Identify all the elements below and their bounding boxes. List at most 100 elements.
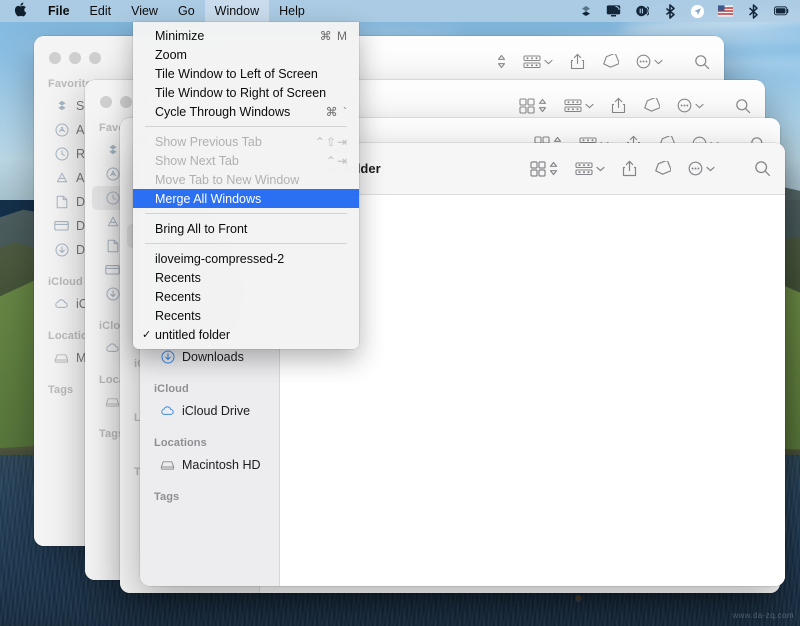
more-actions-icon[interactable] [688, 161, 715, 176]
menu-item-show-previous-tab[interactable]: Show Previous Tab ⌃⇧⇥ [133, 132, 359, 151]
menu-window[interactable]: Window [204, 0, 270, 22]
battery-icon[interactable] [774, 4, 789, 19]
icon-view-button[interactable] [530, 160, 558, 177]
stocks-icon[interactable] [634, 4, 649, 19]
toolbar-actions[interactable] [519, 97, 751, 114]
cloud-icon [54, 297, 69, 312]
menu-item-label: Minimize [155, 28, 205, 43]
toolbar-actions[interactable] [530, 160, 771, 177]
menu-item-iloveimg-compressed-2[interactable]: iloveimg-compressed-2 [133, 249, 359, 268]
menu-file[interactable]: File [38, 0, 80, 22]
menu-item-cycle-through-windows[interactable]: Cycle Through Windows ⌘ ` [133, 102, 359, 121]
desktop-icon [54, 219, 69, 234]
location-icon[interactable] [690, 4, 705, 19]
menu-label: Window [214, 4, 260, 18]
dropbox-icon[interactable] [578, 4, 593, 19]
share-icon[interactable] [611, 97, 626, 114]
menu-separator [145, 213, 347, 214]
menu-bar-status-items [578, 3, 800, 19]
apple-logo-icon [14, 2, 27, 20]
search-icon[interactable] [735, 98, 751, 114]
maximize-button[interactable] [89, 52, 101, 64]
close-button[interactable] [100, 96, 112, 108]
close-button[interactable] [49, 52, 61, 64]
share-icon[interactable] [570, 53, 585, 70]
menu-go[interactable]: Go [168, 0, 205, 22]
arrange-stepper-icon[interactable] [497, 54, 506, 69]
group-by-icon[interactable] [564, 99, 594, 113]
menu-label: Go [177, 4, 195, 18]
cloud-icon [160, 404, 175, 419]
group-by-icon[interactable] [523, 55, 553, 69]
chevron-down-icon [654, 59, 663, 64]
menu-item-show-next-tab[interactable]: Show Next Tab ⌃⇥ [133, 151, 359, 170]
sidebar-item-macintosh-hd[interactable]: Macintosh HD [147, 453, 272, 477]
menu-item-shortcut: ⌘ M [319, 28, 348, 43]
menu-item-shortcut: ⌃⇧⇥ [314, 134, 348, 149]
menu-item-recents[interactable]: Recents [133, 287, 359, 306]
minimize-button[interactable] [69, 52, 81, 64]
us-flag-icon[interactable] [718, 4, 733, 19]
menu-label: File [48, 4, 70, 18]
more-actions-icon[interactable] [677, 98, 704, 113]
menu-item-label: Recents [155, 289, 201, 304]
menu-edit[interactable]: Edit [80, 0, 122, 22]
desktop-icon [105, 263, 120, 278]
icon-view-button[interactable] [519, 97, 547, 114]
tag-icon[interactable] [643, 98, 660, 113]
harddisk-icon [105, 395, 120, 410]
dropbox-icon [105, 143, 120, 158]
sidebar-item-label: iCloud Drive [182, 404, 251, 418]
bluetooth-icon[interactable] [746, 3, 761, 19]
share-icon[interactable] [622, 160, 637, 177]
tag-icon[interactable] [602, 54, 619, 69]
menu-item-recents[interactable]: Recents [133, 268, 359, 287]
menu-item-merge-all-windows[interactable]: Merge All Windows [133, 189, 359, 208]
menu-label: Help [279, 4, 305, 18]
menu-item-label: Cycle Through Windows [155, 104, 291, 119]
checkmark-icon: ✓ [142, 329, 152, 341]
clock-icon [105, 191, 120, 206]
applications-icon [54, 171, 69, 186]
search-icon[interactable] [694, 54, 710, 70]
menu-item-bring-all-to-front[interactable]: Bring All to Front [133, 219, 359, 238]
cloud-icon [105, 341, 120, 356]
menu-item-label: Tile Window to Right of Screen [155, 85, 327, 100]
toolbar-actions[interactable] [497, 53, 710, 70]
menu-item-shortcut: ⌃⇥ [325, 153, 348, 168]
menu-item-move-tab-to-new-window[interactable]: Move Tab to New Window [133, 170, 359, 189]
menu-item-recents[interactable]: Recents [133, 306, 359, 325]
window-dropdown-menu[interactable]: Minimize ⌘ M Zoom Tile Window to Left of Sc… [133, 22, 359, 349]
menu-item-label: untitled folder [155, 327, 231, 342]
apple-menu[interactable] [0, 0, 38, 22]
menu-bar-items: File Edit View Go Window Help [0, 0, 315, 22]
downloads-icon [160, 350, 175, 365]
menu-item-untitled-folder[interactable]: ✓ untitled folder [133, 325, 359, 344]
menu-item-minimize[interactable]: Minimize ⌘ M [133, 26, 359, 45]
airdrop-icon [54, 123, 69, 138]
display-icon[interactable] [606, 4, 621, 19]
sidebar-item-label: Downloads [182, 350, 244, 364]
menu-item-zoom[interactable]: Zoom [133, 45, 359, 64]
menu-item-tile-window-to-left-of-screen[interactable]: Tile Window to Left of Screen [133, 64, 359, 83]
minimize-button[interactable] [120, 96, 132, 108]
tag-icon[interactable] [654, 161, 671, 176]
arrange-stepper-icon [538, 98, 547, 113]
bluetooth-sharing-icon[interactable] [662, 3, 677, 19]
chevron-down-icon [695, 103, 704, 108]
menu-view[interactable]: View [121, 0, 168, 22]
menu-help[interactable]: Help [269, 0, 315, 22]
sidebar-section-header: Tags [154, 491, 180, 503]
downloads-icon [105, 287, 120, 302]
search-icon[interactable] [754, 160, 771, 177]
group-by-icon[interactable] [575, 161, 605, 176]
sidebar-item-icloud-drive[interactable]: iCloud Drive [147, 399, 272, 423]
document-icon [105, 239, 120, 254]
more-actions-icon[interactable] [636, 54, 663, 69]
chevron-down-icon [596, 166, 605, 171]
sidebar-section-header: iCloud [154, 383, 189, 395]
menu-item-tile-window-to-right-of-screen[interactable]: Tile Window to Right of Screen [133, 83, 359, 102]
menu-item-label: iloveimg-compressed-2 [155, 251, 285, 266]
chevron-down-icon [585, 103, 594, 108]
dropbox-icon [54, 99, 69, 114]
